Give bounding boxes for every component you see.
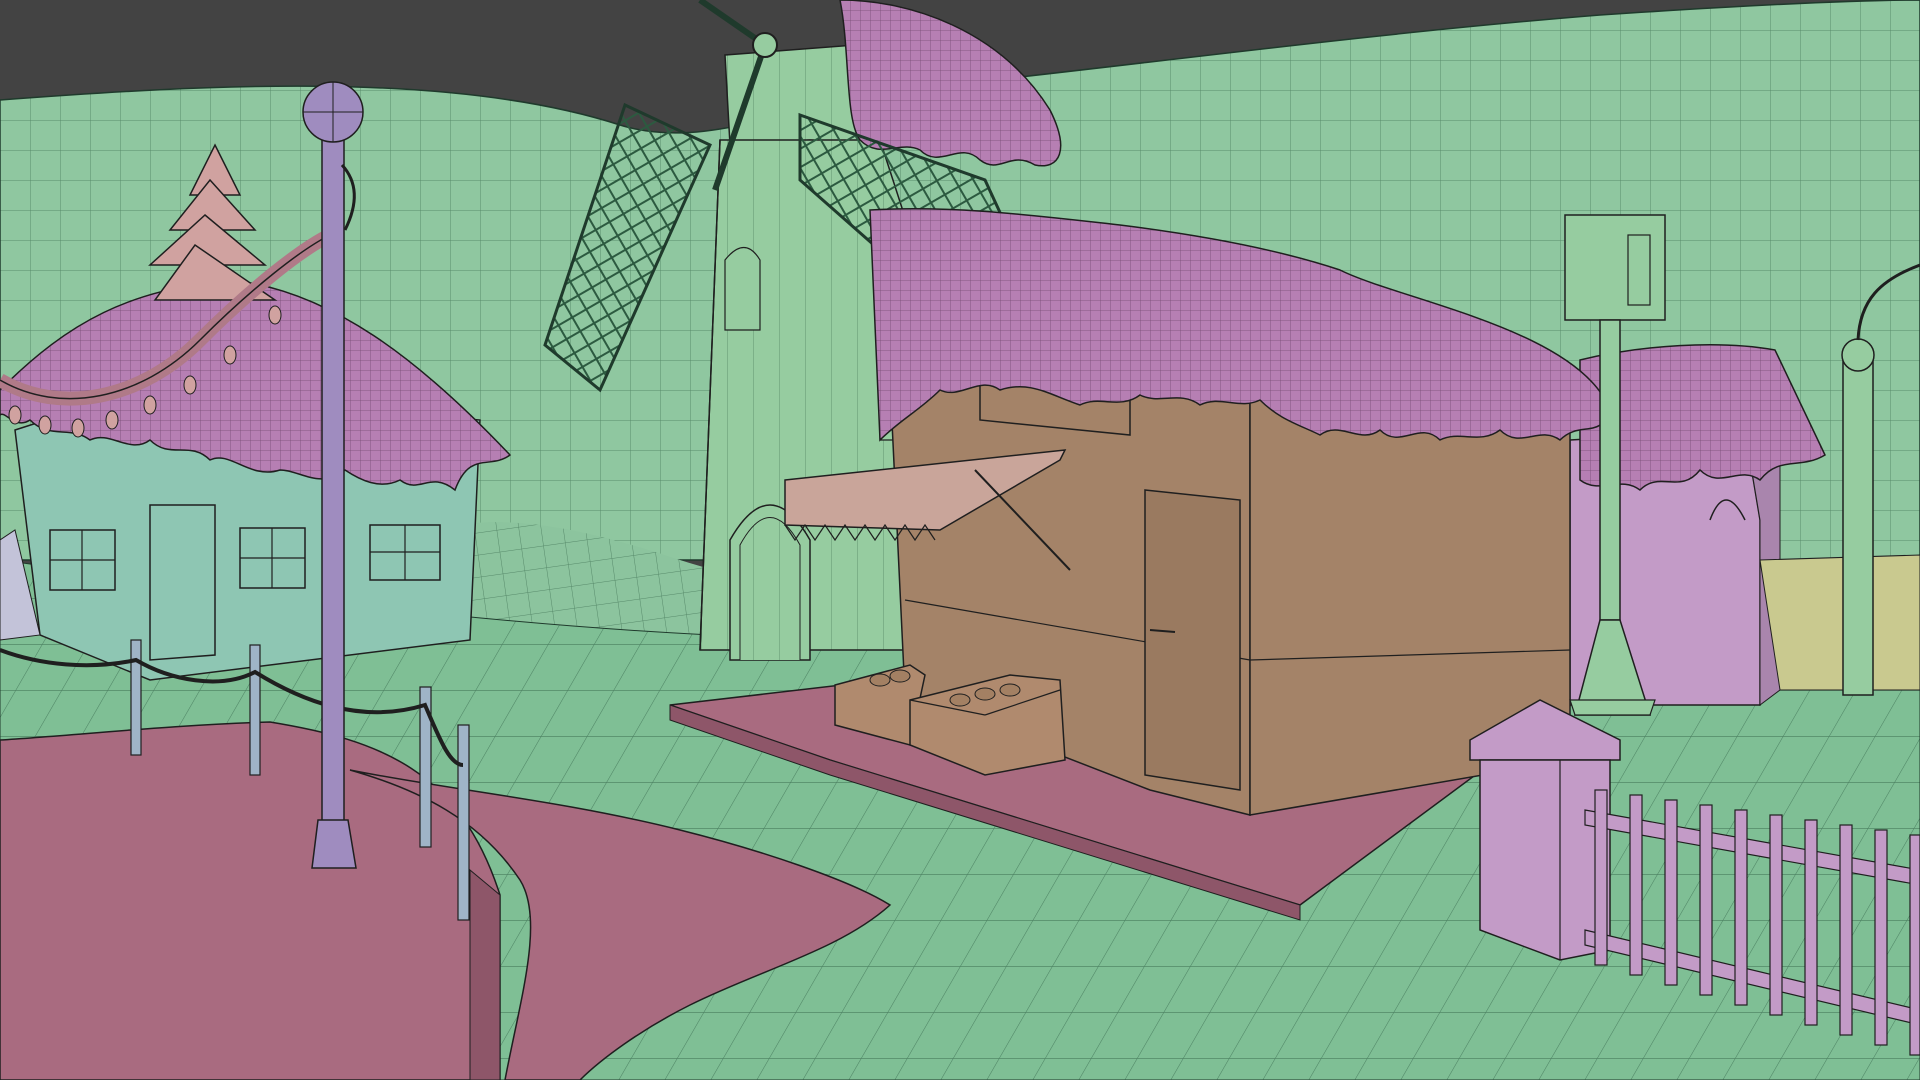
3d-viewport[interactable] bbox=[0, 0, 1920, 1080]
